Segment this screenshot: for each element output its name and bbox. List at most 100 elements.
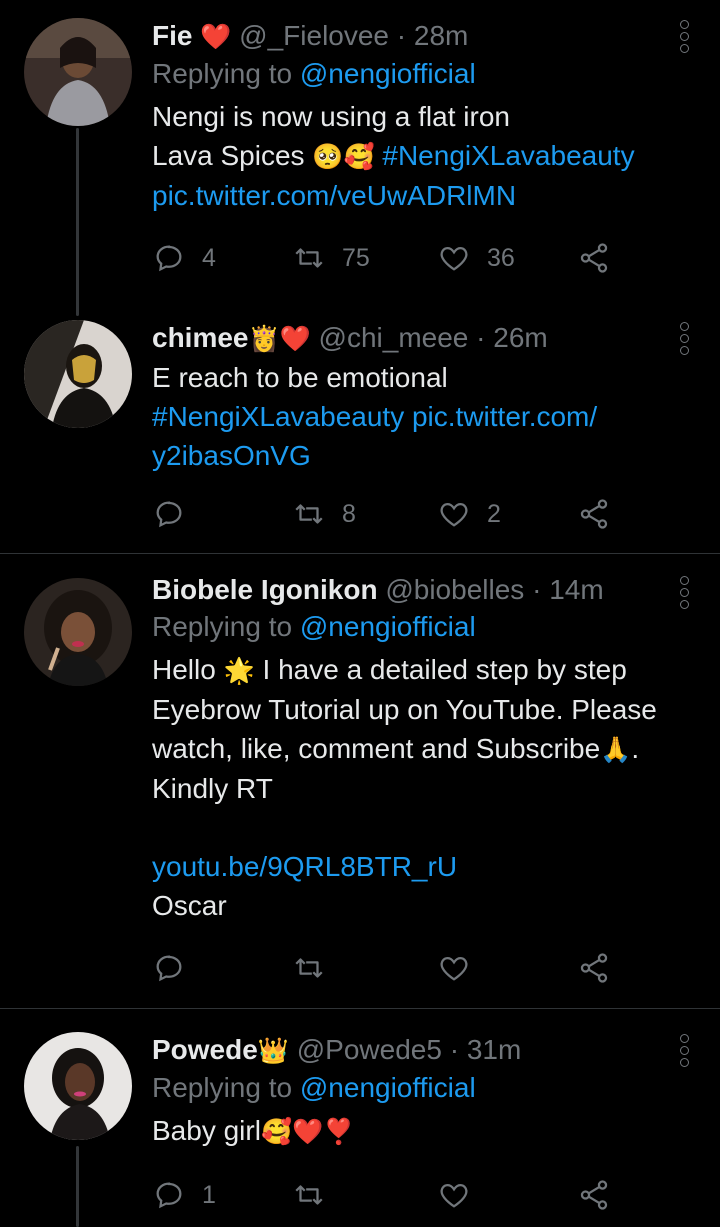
- thread-line: [76, 1146, 79, 1227]
- more-options-icon[interactable]: [680, 20, 690, 56]
- share-icon: [580, 243, 608, 273]
- timestamp[interactable]: 31m: [467, 1034, 521, 1065]
- timestamp[interactable]: 26m: [493, 322, 547, 353]
- separator-dot: ·: [532, 574, 542, 605]
- tweet-text-line: Nengi is now using a flat iron: [152, 101, 510, 132]
- tweet-text-line: Kindly RT: [152, 773, 273, 804]
- divider: [0, 1008, 720, 1009]
- tweet-text-line: Eyebrow Tutorial up on YouTube. Please: [152, 694, 657, 725]
- tweet-header: Biobele Igonikon @biobelles · 14m: [152, 572, 660, 608]
- like-button[interactable]: [437, 1175, 487, 1215]
- retweet-icon: [295, 248, 323, 268]
- retweet-count: 8: [342, 499, 356, 528]
- tweet-text-line: Oscar: [152, 890, 227, 921]
- share-icon: [580, 953, 608, 983]
- reply-button[interactable]: 4: [152, 238, 216, 278]
- share-button[interactable]: [577, 948, 611, 988]
- like-button[interactable]: 2: [437, 494, 501, 534]
- retweet-count: 75: [342, 243, 370, 272]
- timestamp[interactable]: 28m: [414, 20, 468, 51]
- mention-link[interactable]: @nengiofficial: [300, 58, 476, 89]
- handle[interactable]: @biobelles: [385, 574, 524, 605]
- heart-icon: [440, 246, 468, 271]
- body-emoji: 🥺🥰: [312, 142, 375, 171]
- replying-label: Replying to: [152, 58, 293, 89]
- share-icon: [580, 499, 608, 529]
- like-count: 2: [487, 499, 501, 528]
- media-link[interactable]: pic.twitter.com/: [412, 401, 597, 432]
- reply-icon: [156, 955, 182, 982]
- tweet-text: Nengi is now using a flat iron Lava Spic…: [152, 97, 660, 215]
- timestamp[interactable]: 14m: [549, 574, 603, 605]
- like-button[interactable]: 36: [437, 238, 515, 278]
- share-icon: [580, 1180, 608, 1210]
- reply-icon: [156, 501, 182, 528]
- tweet-text: Baby girl🥰❤️❣️: [152, 1111, 660, 1151]
- more-options-icon[interactable]: [680, 576, 690, 612]
- youtube-link[interactable]: youtu.be/9QRL8BTR_rU: [152, 847, 660, 886]
- display-name[interactable]: Fie: [152, 20, 192, 51]
- thread-line: [76, 128, 79, 316]
- retweet-button[interactable]: 75: [292, 238, 370, 278]
- media-link-cont[interactable]: y2ibasOnVG: [152, 436, 660, 475]
- separator-dot: ·: [476, 322, 486, 353]
- reply-button[interactable]: [152, 494, 202, 534]
- hashtag-link[interactable]: #NengiXLavabeauty: [382, 140, 634, 171]
- retweet-icon: [295, 1185, 323, 1205]
- retweet-button[interactable]: [292, 1175, 342, 1215]
- heart-icon: [440, 502, 468, 527]
- hashtag-link[interactable]: #NengiXLavabeauty: [152, 401, 404, 432]
- tweet-text: E reach to be emotional #NengiXLavabeaut…: [152, 358, 660, 475]
- retweet-button[interactable]: 8: [292, 494, 356, 534]
- more-options-icon[interactable]: [680, 322, 690, 358]
- reply-button[interactable]: [152, 948, 202, 988]
- body-emoji: 🥰❤️❣️: [260, 1117, 355, 1146]
- replying-to: Replying to @nengiofficial: [152, 1069, 660, 1107]
- handle[interactable]: @chi_meee: [319, 322, 469, 353]
- avatar[interactable]: [24, 320, 132, 428]
- tweet-text-line: I have a detailed step by step: [262, 654, 627, 685]
- divider: [0, 553, 720, 554]
- replying-label: Replying to: [152, 1072, 293, 1103]
- replying-to: Replying to @nengiofficial: [152, 55, 660, 93]
- tweet-text-line: Lava Spices: [152, 140, 305, 171]
- handle[interactable]: @_Fielovee: [239, 20, 389, 51]
- avatar[interactable]: [24, 578, 132, 686]
- reply-icon: [156, 245, 182, 272]
- heart-icon: [440, 956, 468, 981]
- handle[interactable]: @Powede5: [297, 1034, 442, 1065]
- replying-to: Replying to @nengiofficial: [152, 608, 660, 646]
- name-emoji: 👸❤️: [248, 324, 311, 353]
- crown-emoji: 👑: [257, 1036, 289, 1065]
- replying-label: Replying to: [152, 611, 293, 642]
- mention-link[interactable]: @nengiofficial: [300, 1072, 476, 1103]
- retweet-button[interactable]: [292, 948, 342, 988]
- pray-emoji: 🙏: [600, 735, 632, 764]
- more-options-icon[interactable]: [680, 1034, 690, 1070]
- like-count: 36: [487, 243, 515, 272]
- media-link[interactable]: pic.twitter.com/veUwADRlMN: [152, 176, 660, 215]
- tweet-text: Hello 🌟 I have a detailed step by step E…: [152, 650, 660, 925]
- name-emoji: ❤️: [200, 22, 232, 51]
- tweet-text-period: .: [631, 733, 640, 764]
- reply-button[interactable]: 1: [152, 1175, 216, 1215]
- share-button[interactable]: [577, 494, 611, 534]
- avatar[interactable]: [24, 18, 132, 126]
- tweet-text-line: watch, like, comment and Subscribe: [152, 733, 601, 764]
- tweet-text-line: E reach to be emotional: [152, 362, 448, 393]
- like-button[interactable]: [437, 948, 487, 988]
- tweet-header: Fie ❤️ @_Fielovee · 28m: [152, 18, 660, 55]
- share-button[interactable]: [577, 238, 611, 278]
- separator-dot: ·: [449, 1034, 460, 1065]
- separator-dot: ·: [396, 20, 407, 51]
- mention-link[interactable]: @nengiofficial: [300, 611, 476, 642]
- display-name[interactable]: chimee: [152, 322, 249, 353]
- display-name[interactable]: Powede: [152, 1034, 258, 1065]
- retweet-icon: [295, 504, 323, 524]
- display-name[interactable]: Biobele Igonikon: [152, 574, 378, 605]
- avatar[interactable]: [24, 1032, 132, 1140]
- reply-icon: [156, 1182, 182, 1209]
- reply-count: 4: [202, 243, 216, 272]
- share-button[interactable]: [577, 1175, 611, 1215]
- star-emoji: 🌟: [223, 656, 255, 685]
